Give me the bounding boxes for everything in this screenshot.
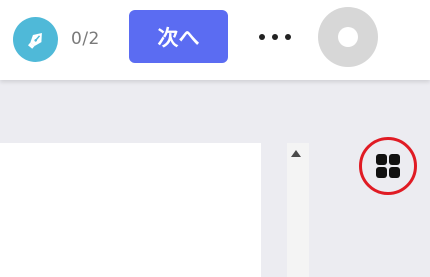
- signature-badge[interactable]: [13, 17, 58, 62]
- document-page: [0, 143, 261, 277]
- grid-view-icon: [376, 154, 400, 178]
- user-avatar[interactable]: [318, 7, 378, 67]
- grid-cell: [376, 167, 387, 178]
- top-toolbar: 0/2 次へ: [0, 0, 430, 80]
- signature-counter: 0/2: [71, 29, 100, 49]
- next-button[interactable]: 次へ: [129, 10, 228, 63]
- more-dot: [272, 34, 278, 40]
- grid-view-toggle-button[interactable]: [359, 137, 417, 195]
- more-dot: [259, 34, 265, 40]
- scroll-up-arrow-icon[interactable]: [291, 150, 301, 157]
- grid-cell: [389, 154, 400, 165]
- scrollbar-track[interactable]: [287, 143, 309, 277]
- fountain-pen-icon: [27, 32, 42, 49]
- more-options-button[interactable]: [257, 26, 293, 48]
- grid-cell: [376, 154, 387, 165]
- more-dot: [285, 34, 291, 40]
- grid-cell: [389, 167, 400, 178]
- avatar-center-dot: [338, 27, 358, 47]
